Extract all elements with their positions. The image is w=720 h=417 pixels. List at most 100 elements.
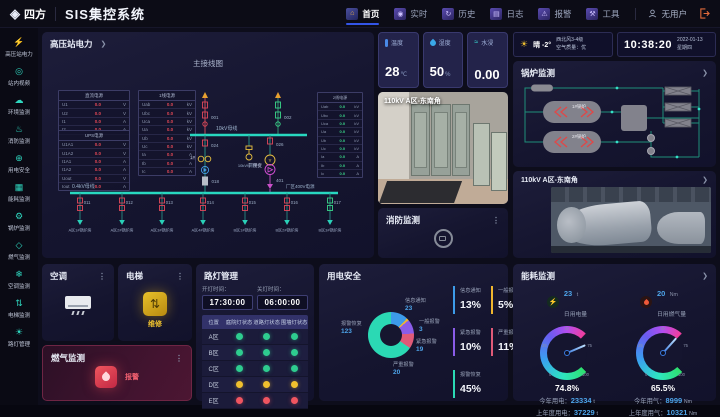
panel-title: 锅炉监测 (521, 67, 555, 79)
device18-id: 018 (212, 179, 220, 184)
logout-icon (699, 8, 710, 19)
chevron-right-icon[interactable]: ❯ (702, 69, 708, 77)
sidebar-item-electric-safety[interactable]: ⊕用电安全 (0, 149, 38, 178)
donut-label: 严重报警20 (393, 362, 414, 377)
alarm-donut-chart (368, 312, 414, 358)
stat-name: 紧急报警 (460, 329, 481, 336)
logout-button[interactable] (699, 8, 710, 19)
kebab-menu-icon[interactable]: ⋮ (175, 354, 183, 363)
app-logo: ◈ 四方 (10, 6, 46, 22)
light-status-dot (291, 333, 298, 340)
weather-box: ☀ 晴 -2° 西北风3-4级空气质量：优 (513, 32, 613, 57)
sidebar-item-fire[interactable]: ♨消防监测 (0, 120, 38, 149)
user-menu[interactable]: 无用户 (635, 8, 687, 20)
bus-pt-icon (246, 154, 252, 160)
boiler1-label: 1#锅炉 (572, 103, 587, 110)
nav-item-history[interactable]: ↻历史 (442, 0, 475, 27)
nav-item-realtime[interactable]: ◉实时 (394, 0, 427, 27)
zone-label: E区 (202, 396, 225, 405)
off-time-label: 关灯时间： (257, 285, 308, 293)
thermometer-icon (385, 39, 388, 47)
nav-label: 实时 (410, 8, 427, 20)
svg-text:017: 017 (334, 200, 342, 205)
fire-monitoring-panel: 消防监测 ⋮ (378, 208, 508, 258)
sidebar-item-label: 燃气监测 (8, 252, 30, 260)
sifang-logo-icon: ◈ (10, 6, 20, 22)
electric-safety-icon: ⊕ (15, 153, 23, 164)
sidebar-item-environment[interactable]: ☁环境监测 (0, 91, 38, 120)
sidebar-item-ac[interactable]: ❄空调监测 (0, 265, 38, 294)
fire-icon: ♨ (15, 124, 23, 135)
nav-label: 首页 (362, 8, 379, 20)
streetlight-row: C区 (202, 361, 308, 377)
elevator-panel: 电梯 ⋮ ⇅ 维修 (118, 264, 192, 341)
light-status-dot (236, 381, 243, 388)
gas-alarm-icon (95, 366, 117, 388)
chevron-right-icon[interactable]: ❯ (101, 40, 107, 48)
sidebar-item-energy[interactable]: ▦能耗监测 (0, 178, 38, 207)
slice-value: 23 (405, 305, 426, 313)
humidity-icon (428, 38, 436, 46)
on-time-input[interactable]: 17:30:00 (202, 295, 253, 310)
donut-label: 信息通知23 (405, 298, 426, 313)
svg-text:B区3#锅炉房: B区3#锅炉房 (318, 227, 341, 233)
sidebar-item-station-video[interactable]: ◎站内视频 (0, 62, 38, 91)
camera-lens-icon (434, 229, 453, 248)
svg-text:Y: Y (268, 158, 271, 163)
stat-percent: 10% (460, 341, 481, 353)
sidebar-item-gas[interactable]: ◇燃气监测 (0, 236, 38, 265)
device401-id: 401 (276, 178, 284, 183)
off-time-input[interactable]: 06:00:00 (257, 295, 308, 310)
feeder-017: 017 B区3#锅炉房 (318, 192, 341, 233)
camera-feed-1[interactable]: 110kV A区-东南角 (378, 92, 508, 204)
sidebar-item-streetlight[interactable]: ☀路灯管理 (0, 323, 38, 352)
svg-text:015: 015 (249, 200, 257, 205)
sidebar-item-boiler[interactable]: ⚙锅炉监测 (0, 207, 38, 236)
camera2-image (551, 187, 711, 253)
boiler-panel: 锅炉监测 ❯ 1#锅炉 2#锅炉 (513, 61, 716, 167)
light-status-dot (263, 397, 270, 404)
sidebar-item-elevator[interactable]: ⇅电梯监测 (0, 294, 38, 323)
sidebar-item-hv-power[interactable]: ⚡高压站电力 (0, 33, 38, 62)
light-status-dot (291, 381, 298, 388)
down-arrow-icon (267, 184, 273, 189)
chevron-right-icon[interactable]: ❯ (702, 176, 708, 184)
streetlight-row: E区 (202, 393, 308, 409)
slice-value: 3 (419, 326, 440, 334)
streetlight-table: 位置 庭院灯状态 道路灯状态 围墙灯状态 A区B区C区D区E区 (202, 315, 308, 409)
card-label: 湿度 (439, 38, 451, 47)
chevron-right-icon[interactable]: ❯ (702, 272, 708, 280)
kebab-menu-icon[interactable]: ⋮ (98, 272, 106, 281)
nav-item-log[interactable]: ▤日志 (490, 0, 523, 27)
alarm-stat: 信息通知13% (453, 286, 481, 314)
elevator-icon: ⇅ (143, 292, 167, 316)
kebab-menu-icon[interactable]: ⋮ (176, 272, 184, 281)
kebab-menu-icon[interactable]: ⋮ (492, 216, 500, 225)
donut-label: 报警恢复123 (341, 321, 362, 336)
streetlight-table-header: 位置 庭院灯状态 道路灯状态 围墙灯状态 (202, 315, 308, 329)
elevator-icon: ⇅ (15, 298, 23, 309)
panel-title: 空调 (50, 270, 67, 282)
gas-status-badge: 报警 (125, 372, 139, 382)
sidebar-item-label: 空调监测 (8, 281, 30, 289)
diagram-title: 主接线图 (42, 58, 374, 69)
stat-name: 报警恢复 (460, 371, 481, 378)
svg-text:013: 013 (166, 200, 174, 205)
breaker2-id: 026 (276, 142, 284, 147)
nav-item-home[interactable]: ⌂首页 (346, 0, 379, 27)
svg-text:B区2#锅炉房: B区2#锅炉房 (275, 227, 298, 233)
flame-icon (640, 296, 652, 308)
logo-text: 四方 (24, 6, 46, 22)
station-video-icon: ◎ (15, 66, 23, 77)
card-label: 水浸 (481, 38, 493, 47)
light-status-dot (263, 333, 270, 340)
camera-feed-2[interactable]: 110kV A区-东南角 ❯ (513, 171, 716, 258)
incoming2-id: 002 (284, 115, 292, 120)
top-nav: ⌂首页 ◉实时 ↻历史 ▤日志 ⚠报警 ⚒工具 (346, 0, 619, 27)
electric-icon: ⚡ (547, 296, 559, 308)
nav-item-alarm[interactable]: ⚠报警 (538, 0, 571, 27)
divider (55, 7, 56, 21)
boiler2-label: 2#锅炉 (572, 133, 587, 140)
sidebar-item-label: 能耗监测 (8, 194, 30, 202)
nav-item-tools[interactable]: ⚒工具 (586, 0, 619, 27)
